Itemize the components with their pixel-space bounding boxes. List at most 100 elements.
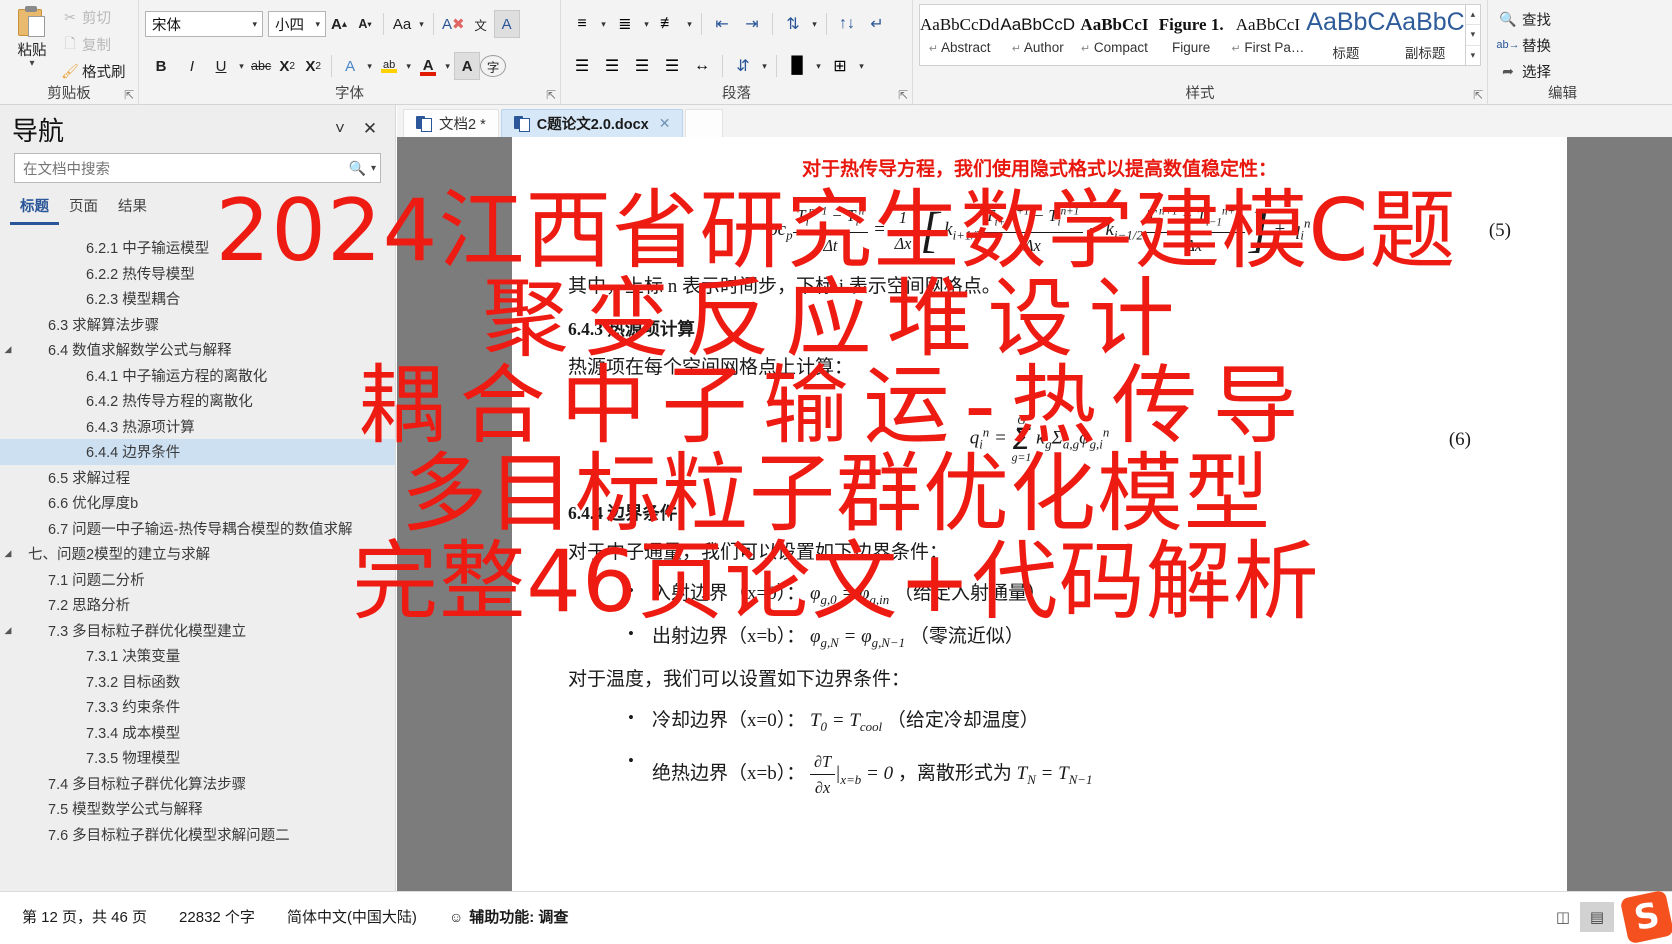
chevron-down-icon[interactable]: ▾ [855, 61, 868, 72]
nav-item[interactable]: 7.5 模型数学公式与解释 [0, 796, 395, 822]
nav-item[interactable]: ◢ 七、问题2模型的建立与求解 [0, 541, 395, 567]
nav-item[interactable]: 7.1 问题二分析 [0, 567, 395, 593]
styles-dialog-launcher[interactable]: ⇱ [1473, 88, 1483, 102]
chevron-down-icon[interactable]: ▾ [29, 59, 34, 69]
nav-item[interactable]: 7.3.5 物理模型 [0, 745, 395, 771]
nav-item[interactable]: 7.2 思路分析 [0, 592, 395, 618]
chevron-down-icon[interactable]: ▾ [812, 61, 825, 72]
italic-button[interactable]: I [177, 52, 207, 80]
find-button[interactable]: 🔍 查找 [1494, 6, 1631, 32]
character-border-button[interactable]: A [493, 10, 520, 38]
multilevel-list-icon[interactable]: ≢ [653, 11, 683, 37]
nav-item[interactable]: 6.4.4 边界条件 [0, 439, 395, 465]
nav-item[interactable]: 6.2.1 中子输运模型 [0, 235, 395, 261]
line-spacing-icon[interactable]: ⇵ [728, 53, 758, 79]
nav-item[interactable]: 7.3.2 目标函数 [0, 669, 395, 695]
chevron-down-icon[interactable]: ▾ [402, 61, 415, 72]
chevron-down-icon[interactable]: ▾ [371, 163, 376, 174]
copy-button[interactable]: 🗋 复制 [58, 31, 126, 58]
chevron-down-icon[interactable]: ▾ [363, 61, 376, 72]
paragraph-mark-icon[interactable]: ↵ [862, 11, 892, 37]
nav-item[interactable]: 7.3.1 决策变量 [0, 643, 395, 669]
select-button[interactable]: ➦ 选择 [1494, 58, 1631, 84]
text-shading-button[interactable]: A [454, 52, 481, 80]
style-item[interactable]: AaBbCcD ↵ Author [999, 5, 1076, 65]
font-size-combobox[interactable]: 小四 ▾ [268, 11, 326, 37]
nav-item[interactable]: ◢ 7.3 多目标粒子群优化模型建立 [0, 618, 395, 644]
nav-item[interactable]: 6.2.2 热传导模型 [0, 261, 395, 287]
chevron-down-icon[interactable]: ▾ [758, 61, 771, 72]
bold-button[interactable]: B [145, 52, 177, 80]
nav-item[interactable]: 6.5 求解过程 [0, 465, 395, 491]
align-center-icon[interactable]: ☰ [597, 53, 627, 79]
document-page[interactable]: 对于热传导方程，我们使用隐式格式以提高数值稳定性： ρcp Tin+1 − Tin… [512, 137, 1567, 891]
document-content[interactable]: 对于热传导方程，我们使用隐式格式以提高数值稳定性： ρcp Tin+1 − Tin… [512, 137, 1567, 891]
read-mode-button[interactable]: ◫ [1546, 902, 1580, 932]
text-effects-button[interactable]: A [337, 52, 363, 80]
styles-scroll-up-button[interactable]: ▴ [1465, 5, 1480, 26]
chevron-down-icon[interactable]: ▾ [235, 61, 248, 72]
print-layout-button[interactable]: ▤ [1580, 901, 1614, 932]
expander-triangle-icon[interactable]: ◢ [0, 625, 16, 636]
styles-gallery[interactable]: AaBbCcDd ↵ Abstract AaBbCcD ↵ Author AaB… [919, 4, 1481, 66]
paragraph-dialog-launcher[interactable]: ⇱ [898, 88, 908, 102]
chevron-down-icon[interactable]: ▾ [441, 61, 454, 72]
replace-button[interactable]: ab→ 替换 [1494, 32, 1631, 58]
chevron-down-icon[interactable]: ▾ [640, 19, 653, 30]
tab-pages[interactable]: 页面 [59, 195, 108, 225]
shrink-font-button[interactable]: A ▾ [352, 10, 378, 38]
style-item[interactable]: AaBbCcI ↵ First Pa… [1230, 5, 1307, 65]
align-right-icon[interactable]: ☰ [627, 53, 657, 79]
navigation-heading-list[interactable]: 6.2.1 中子输运模型 6.2.2 热传导模型 6.2.3 模型耦合 6.3 … [0, 235, 395, 847]
style-item[interactable]: AaBbCcI ↵ Compact [1076, 5, 1153, 65]
styles-scroll-down-button[interactable]: ▾ [1465, 25, 1480, 46]
tab-results[interactable]: 结果 [108, 195, 157, 225]
chevron-down-icon[interactable]: ▾ [315, 19, 323, 30]
nav-item[interactable]: 7.6 多目标粒子群优化模型求解问题二 [0, 822, 395, 848]
chevron-down-icon[interactable]: ˅ [325, 114, 355, 144]
style-item[interactable]: AaBbC 标题 [1306, 5, 1385, 65]
font-color-button[interactable]: A [415, 52, 441, 80]
clipboard-dialog-launcher[interactable]: ⇱ [124, 88, 134, 102]
nav-item[interactable]: 6.2.3 模型耦合 [0, 286, 395, 312]
subscript-button[interactable]: X2 [274, 52, 300, 80]
underline-button[interactable]: U [207, 52, 235, 80]
accessibility-indicator[interactable]: ☺ 辅助功能: 调查 [433, 906, 584, 927]
style-item[interactable]: AaBbC 副标题 [1385, 5, 1464, 65]
decrease-indent-icon[interactable]: ⇤ [707, 11, 737, 37]
nav-item[interactable]: 7.3.4 成本模型 [0, 720, 395, 746]
borders-icon[interactable]: ⊞ [825, 53, 855, 79]
chevron-down-icon[interactable]: ▾ [808, 19, 821, 30]
format-painter-button[interactable]: 🖌 格式刷 [58, 58, 125, 85]
cut-button[interactable]: ✂ 剪切 [58, 4, 126, 31]
close-icon[interactable]: ✕ [355, 114, 385, 144]
strikethrough-button[interactable]: abc [248, 52, 274, 80]
numbering-icon[interactable]: ≣ [610, 11, 640, 37]
nav-item[interactable]: 6.4.3 热源项计算 [0, 414, 395, 440]
nav-item[interactable]: 7.4 多目标粒子群优化算法步骤 [0, 771, 395, 797]
search-icon[interactable]: 🔍 [349, 160, 366, 177]
chevron-down-icon[interactable]: ▾ [415, 19, 428, 30]
align-left-icon[interactable]: ☰ [567, 53, 597, 79]
nav-item[interactable]: 6.4.1 中子输运方程的离散化 [0, 363, 395, 389]
nav-item[interactable]: 6.3 求解算法步骤 [0, 312, 395, 338]
nav-item[interactable]: ◢ 6.4 数值求解数学公式与解释 [0, 337, 395, 363]
grow-font-button[interactable]: A ▴ [326, 10, 352, 38]
clear-formatting-button[interactable]: A ✖ [439, 10, 468, 38]
nav-item[interactable]: 6.4.2 热传导方程的离散化 [0, 388, 395, 414]
font-dialog-launcher[interactable]: ⇱ [546, 88, 556, 102]
language-indicator[interactable]: 简体中文(中国大陆) [271, 906, 433, 927]
page-indicator[interactable]: 第 12 页，共 46 页 [6, 906, 163, 927]
style-item[interactable]: AaBbCcDd ↵ Abstract [920, 5, 999, 65]
nav-item[interactable]: 7.3.3 约束条件 [0, 694, 395, 720]
chevron-down-icon[interactable]: ▾ [683, 19, 696, 30]
chevron-down-icon[interactable]: ▾ [252, 19, 260, 30]
show-formatting-marks-icon[interactable]: ↑↓ [832, 11, 862, 37]
search-input[interactable]: 在文档中搜索 🔍 ▾ [14, 153, 381, 183]
sort-icon[interactable]: ⇅ [778, 11, 808, 37]
expander-triangle-icon[interactable]: ◢ [0, 548, 16, 559]
expander-triangle-icon[interactable]: ◢ [0, 344, 16, 355]
superscript-button[interactable]: X2 [300, 52, 326, 80]
paste-button[interactable]: 粘贴 ▾ [6, 2, 58, 80]
styles-more-button[interactable]: ▾ [1466, 46, 1480, 65]
